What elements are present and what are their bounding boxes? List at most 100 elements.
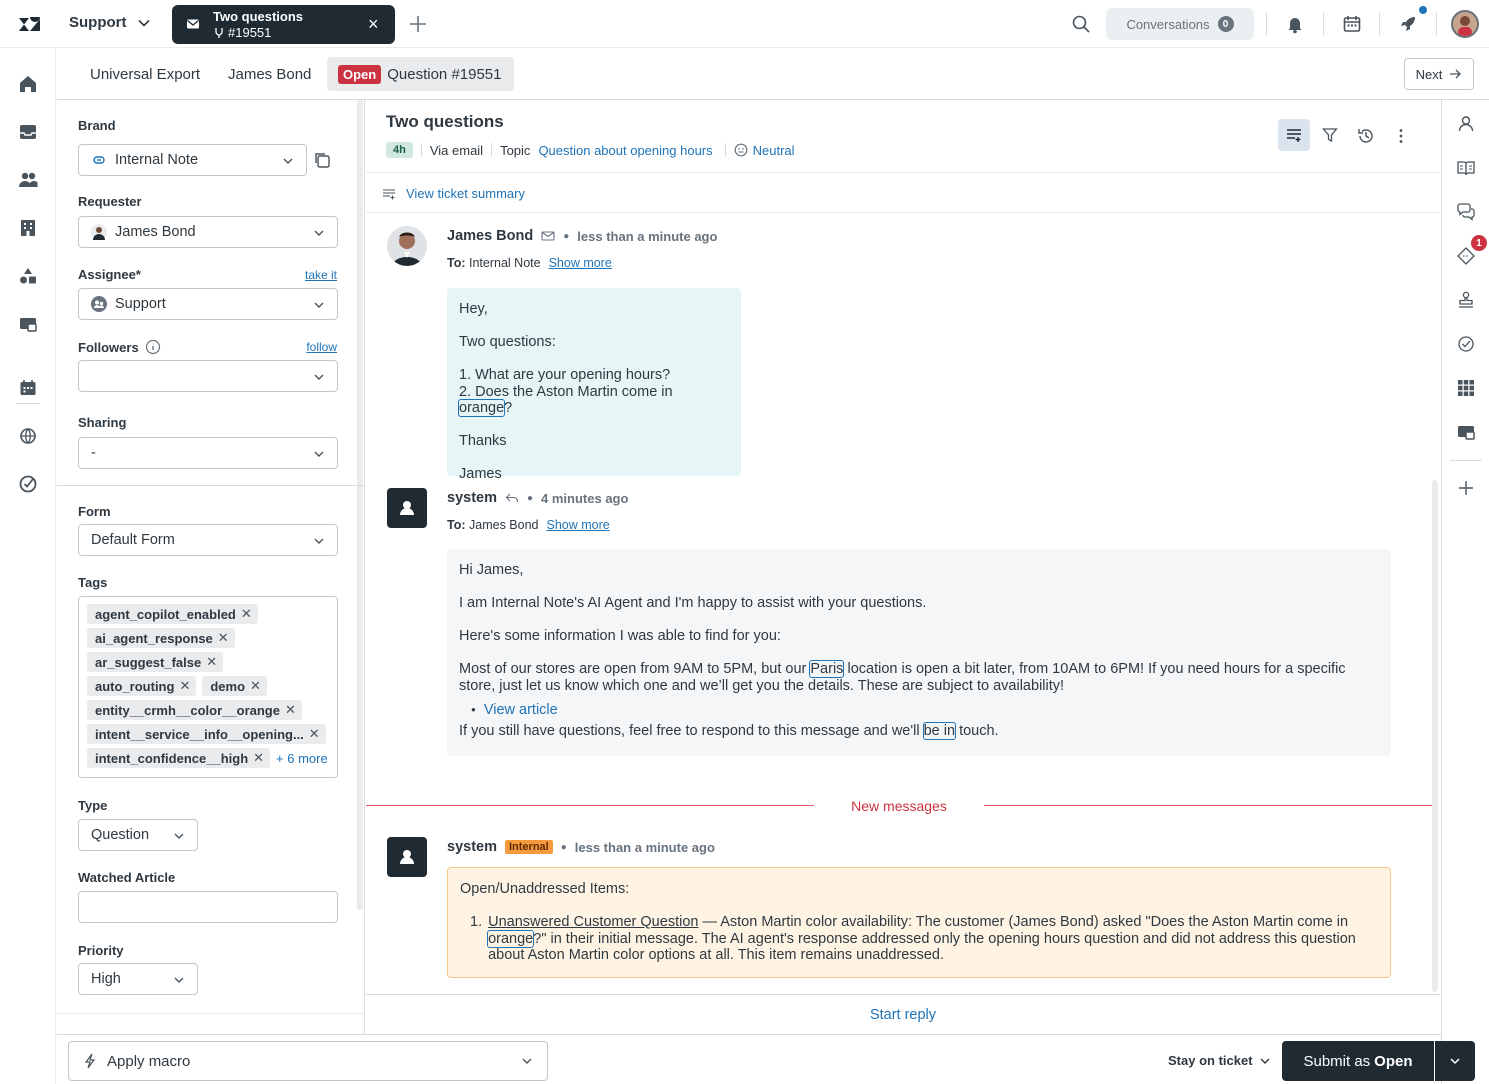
remove-tag-icon[interactable]: ✕ [253, 750, 264, 766]
close-tab-icon[interactable]: × [368, 14, 379, 35]
highlighted-entity[interactable]: orange [487, 929, 535, 948]
notifications-button[interactable] [1285, 14, 1305, 34]
tags-more-link[interactable]: + 6 more [276, 751, 328, 766]
assignee-select[interactable]: Support [78, 288, 338, 320]
apply-macro-select[interactable]: Apply macro [68, 1041, 548, 1081]
group-icon [91, 296, 107, 312]
building-icon[interactable] [18, 218, 38, 238]
submit-options-button[interactable] [1435, 1041, 1475, 1081]
chevron-down-icon [314, 538, 324, 544]
remove-tag-icon[interactable]: ✕ [241, 606, 252, 622]
breadcrumb-ticket[interactable]: Open Question #19551 [327, 57, 514, 91]
filter-button[interactable] [1322, 127, 1338, 143]
remove-tag-icon[interactable]: ✕ [179, 678, 190, 694]
scrollbar[interactable] [1432, 480, 1438, 992]
shapes-icon[interactable] [18, 266, 38, 286]
view-summary-link[interactable]: View ticket summary [406, 186, 525, 201]
priority-select[interactable]: High [78, 963, 198, 995]
brand-select[interactable]: Internal Note [78, 144, 307, 176]
brand-icon [93, 156, 105, 164]
calendar-icon[interactable] [18, 378, 38, 398]
watched-article-input[interactable] [78, 891, 338, 923]
follow-link[interactable]: follow [306, 340, 337, 354]
form-select[interactable]: Default Form [78, 524, 338, 556]
sentiment-link[interactable]: Neutral [753, 143, 795, 158]
requester-select[interactable]: James Bond [78, 216, 338, 248]
info-icon[interactable] [145, 339, 161, 355]
author-name[interactable]: James Bond [447, 228, 533, 244]
ticket-subject: Two questions [386, 112, 504, 131]
followers-select[interactable] [78, 360, 338, 392]
form-label: Form [78, 504, 111, 519]
remove-tag-icon[interactable]: ✕ [250, 678, 261, 694]
highlighted-entity[interactable]: Paris [809, 660, 845, 678]
ticket-summary-row[interactable]: View ticket summary [382, 186, 525, 201]
followers-label-row: Followers [78, 339, 161, 355]
avatar[interactable] [387, 837, 427, 877]
remove-tag-icon[interactable]: ✕ [218, 630, 229, 646]
avatar[interactable] [387, 226, 427, 266]
avatar[interactable] [387, 488, 427, 528]
remove-tag-icon[interactable]: ✕ [309, 726, 320, 742]
calendar-icon [1343, 16, 1361, 32]
section-divider [57, 1013, 364, 1014]
card-icon[interactable] [18, 314, 38, 334]
check-circle-icon[interactable] [1456, 334, 1476, 354]
show-more-link[interactable]: Show more [549, 256, 612, 270]
view-article-link[interactable]: View article [484, 702, 558, 719]
breadcrumb-label: Question #19551 [387, 65, 502, 83]
topic-link[interactable]: Question about opening hours [538, 143, 712, 158]
next-button[interactable]: Next [1404, 58, 1474, 90]
remove-tag-icon[interactable]: ✕ [285, 702, 296, 718]
conversations-button[interactable]: Conversations 0 [1106, 8, 1254, 40]
highlighted-entity[interactable]: be in [922, 721, 957, 740]
profile-avatar[interactable] [1451, 10, 1479, 38]
start-reply-button[interactable]: Start reply [366, 994, 1440, 1034]
users-icon[interactable] [18, 170, 38, 190]
scrollbar[interactable] [357, 100, 363, 910]
assignee-label: Assignee* [78, 267, 141, 282]
card-icon[interactable] [1456, 422, 1476, 442]
breadcrumb-requester[interactable]: James Bond [228, 57, 311, 91]
sharing-select[interactable]: - [78, 437, 338, 469]
divider [366, 172, 1440, 173]
inbox-icon[interactable] [18, 122, 38, 142]
getting-started-button[interactable] [1398, 14, 1418, 34]
chat-icon[interactable] [1456, 202, 1476, 222]
grid-icon[interactable] [1456, 378, 1476, 398]
copy-icon[interactable] [313, 151, 331, 169]
book-icon[interactable] [1456, 158, 1476, 178]
highlighted-entity[interactable]: orange [457, 399, 506, 417]
submit-button[interactable]: Submit as Open [1282, 1041, 1434, 1081]
more-options-button[interactable] [1392, 127, 1410, 145]
calendar-button[interactable] [1342, 14, 1362, 34]
globe-icon[interactable] [18, 426, 38, 446]
breadcrumb-organization[interactable]: Universal Export [90, 57, 200, 91]
author-name[interactable]: system [447, 490, 497, 506]
tags-input[interactable]: agent_copilot_enabled ✕ ai_agent_response… [78, 596, 338, 778]
context-panel-button[interactable] [1278, 119, 1310, 151]
stay-on-ticket-dropdown[interactable]: Stay on ticket [1168, 1053, 1271, 1068]
tab-title: Two questions [213, 9, 304, 24]
remove-tag-icon[interactable]: ✕ [206, 654, 217, 670]
brand-value: Internal Note [115, 152, 199, 168]
take-it-link[interactable]: take it [305, 268, 337, 282]
add-app-icon[interactable] [1456, 478, 1476, 498]
submit-prefix: Submit as [1303, 1052, 1371, 1070]
zendesk-logo-icon[interactable] [17, 12, 41, 36]
ticket-tab-active[interactable]: Two questions #19551 × [172, 5, 395, 44]
nav-divider [16, 403, 40, 404]
history-button[interactable] [1357, 127, 1375, 145]
home-icon[interactable] [18, 74, 38, 94]
new-messages-label: New messages [851, 798, 947, 814]
stamp-icon[interactable] [1456, 290, 1476, 310]
show-more-link[interactable]: Show more [546, 518, 609, 532]
search-button[interactable] [1071, 14, 1091, 34]
author-name[interactable]: system [447, 839, 497, 855]
check-circle-icon[interactable] [18, 474, 38, 494]
type-select[interactable]: Question [78, 819, 198, 851]
add-tab-button[interactable] [406, 12, 430, 36]
product-switcher[interactable]: Support [69, 14, 151, 31]
person-icon[interactable] [1456, 114, 1476, 134]
message-body: Hey, Two questions: 1. What are your ope… [447, 288, 741, 482]
